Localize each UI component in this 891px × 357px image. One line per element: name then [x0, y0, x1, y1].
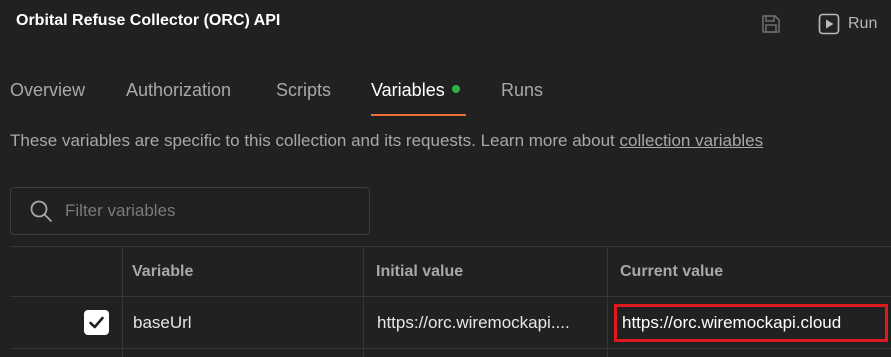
variable-name: baseUrl	[133, 312, 192, 332]
variables-table: Variable Initial value Current value bas…	[10, 246, 891, 357]
tab-runs[interactable]: Runs	[501, 80, 543, 116]
header-checkbox-cell	[10, 247, 123, 297]
column-header-initial-value: Initial value	[364, 247, 608, 297]
next-row-variable-cell	[123, 349, 364, 357]
column-header-variable: Variable	[123, 247, 364, 297]
collection-title: Orbital Refuse Collector (ORC) API	[16, 12, 281, 29]
tab-scripts-label: Scripts	[276, 80, 332, 100]
initial-value-cell[interactable]: https://orc.wiremockapi....	[364, 297, 608, 349]
tab-authorization[interactable]: Authorization	[126, 80, 231, 116]
tab-variables[interactable]: Variables	[371, 80, 466, 116]
column-header-current-value-label: Current value	[620, 262, 724, 280]
unsaved-indicator-dot	[451, 85, 460, 94]
current-value-input[interactable]: https://orc.wiremockapi.cloud	[614, 304, 888, 342]
table-row-checkbox-cell	[10, 297, 123, 349]
tab-overview-label: Overview	[10, 80, 86, 100]
variables-description: These variables are specific to this col…	[10, 131, 763, 151]
run-button[interactable]: Run	[818, 10, 877, 38]
tab-runs-label: Runs	[501, 80, 544, 100]
checkmark-icon	[89, 316, 104, 329]
column-header-variable-label: Variable	[132, 262, 194, 280]
column-header-current-value: Current value	[608, 247, 891, 297]
tab-authorization-label: Authorization	[126, 80, 232, 100]
tab-overview[interactable]: Overview	[10, 80, 85, 116]
run-button-label: Run	[848, 15, 878, 32]
play-icon	[818, 13, 840, 35]
variable-name-cell[interactable]: baseUrl	[123, 297, 364, 349]
filter-variables-input[interactable]	[65, 201, 345, 221]
next-row-initial-cell	[364, 349, 608, 357]
tab-scripts[interactable]: Scripts	[276, 80, 331, 116]
enable-variable-checkbox[interactable]	[84, 310, 109, 335]
collection-variables-link[interactable]: collection variables	[620, 131, 764, 150]
description-text: These variables are specific to this col…	[10, 131, 620, 150]
next-row-checkbox-cell	[10, 349, 123, 357]
tab-variables-label: Variables	[371, 80, 445, 100]
search-icon	[30, 200, 52, 222]
column-header-initial-value-label: Initial value	[376, 262, 464, 280]
initial-value: https://orc.wiremockapi....	[377, 312, 570, 332]
collection-header: Orbital Refuse Collector (ORC) API Run	[0, 0, 891, 46]
filter-variables-field[interactable]	[10, 187, 370, 235]
save-icon	[762, 15, 780, 33]
tab-bar: Overview Authorization Scripts Variables…	[0, 66, 891, 116]
current-value: https://orc.wiremockapi.cloud	[622, 313, 842, 332]
save-button[interactable]	[758, 11, 784, 37]
